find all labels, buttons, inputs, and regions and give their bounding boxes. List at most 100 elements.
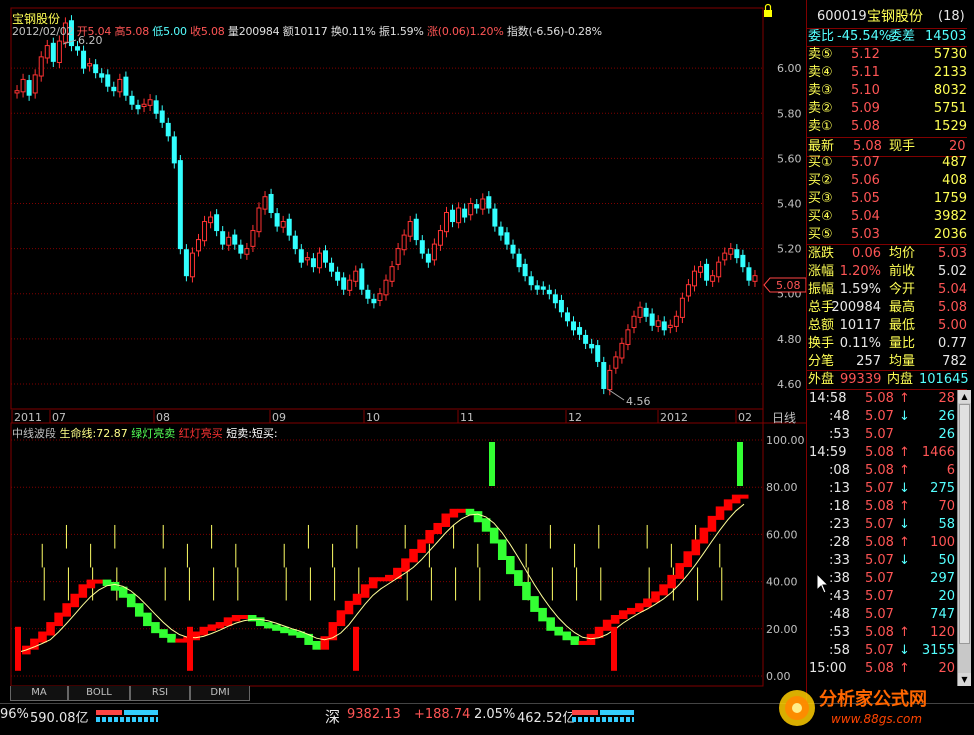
buy-signal-bar bbox=[15, 626, 21, 671]
tick-row[interactable]: :53 5.07 26 bbox=[807, 426, 955, 444]
indicator-step bbox=[522, 581, 531, 601]
tick-row[interactable]: :08 5.08 ↑ 6 bbox=[807, 462, 955, 480]
candle-body bbox=[371, 298, 377, 304]
tick-time: :23 bbox=[829, 517, 850, 532]
tab-boll[interactable]: BOLL bbox=[68, 686, 130, 701]
candle-body bbox=[232, 234, 238, 245]
tick-time: :58 bbox=[829, 643, 850, 658]
main-y-axis: 6.005.805.605.405.205.004.804.60 bbox=[777, 62, 802, 391]
tick-row[interactable]: 14:58 5.08 ↑ 28 bbox=[807, 390, 955, 408]
tick-price: 5.07 bbox=[865, 517, 894, 532]
indicator-step bbox=[255, 617, 265, 627]
indicator-step bbox=[336, 610, 346, 627]
tick-row[interactable]: :48 5.07 747 bbox=[807, 606, 955, 624]
candle-body bbox=[443, 212, 449, 233]
bid-volume: 487 bbox=[942, 155, 967, 170]
tab-dmi[interactable]: DMI bbox=[190, 686, 250, 701]
candle-body bbox=[450, 209, 456, 223]
stat-label: 前收 bbox=[889, 264, 916, 279]
candle-body bbox=[50, 42, 56, 62]
tick-row[interactable]: :28 5.08 ↑ 100 bbox=[807, 534, 955, 552]
tab-rsi[interactable]: RSI bbox=[130, 686, 190, 701]
date-tick-label: 2012 bbox=[660, 411, 688, 424]
bid-row[interactable]: 买④ 5.04 3982 bbox=[807, 208, 967, 226]
tick-row[interactable]: :33 5.07 ↓ 50 bbox=[807, 552, 955, 570]
bid-row[interactable]: 买① 5.07 487 bbox=[807, 154, 967, 172]
ohlc-info-bar: 2012/02/02 开5.04 高5.08 低5.00 收5.08 量2009… bbox=[12, 23, 602, 39]
green-signal-label: 绿灯亮卖 bbox=[131, 427, 176, 440]
tick-scrollbar[interactable]: ▲ ▼ bbox=[957, 390, 971, 686]
indicator-step bbox=[449, 508, 459, 518]
indicator-step bbox=[231, 615, 241, 622]
tick-time: :28 bbox=[829, 535, 850, 550]
candle-body bbox=[292, 235, 298, 250]
tick-row[interactable]: :18 5.08 ↑ 70 bbox=[807, 498, 955, 516]
candle-body bbox=[691, 270, 697, 287]
tick-price: 5.08 bbox=[865, 625, 894, 640]
svg-text:5.08: 5.08 bbox=[776, 279, 801, 292]
period-label[interactable]: 日线 bbox=[772, 411, 796, 425]
stat-value: 5.04 bbox=[938, 282, 967, 297]
indicator-header: 中线波段 生命线:72.87 绿灯亮卖 红灯亮买 短卖:短买: bbox=[12, 425, 278, 441]
current-price-tag: 5.08 bbox=[763, 277, 807, 293]
tick-row[interactable]: 15:00 5.08 ↑ 20 bbox=[807, 660, 955, 678]
scroll-up-arrow[interactable]: ▲ bbox=[958, 390, 971, 403]
tick-price: 5.08 bbox=[865, 391, 894, 406]
stat-row: 涨幅 1.20% 前收 5.02 bbox=[807, 263, 967, 281]
arrow-up-icon: ↑ bbox=[899, 463, 910, 478]
candle-body bbox=[474, 204, 480, 209]
arrow-down-icon: ↓ bbox=[899, 409, 910, 424]
indicator-name[interactable]: 中线波段 bbox=[12, 427, 56, 440]
stat-label: 今开 bbox=[889, 282, 916, 297]
ask-row[interactable]: 卖② 5.09 5751 bbox=[807, 100, 967, 118]
tick-row[interactable]: :13 5.07 ↓ 275 bbox=[807, 480, 955, 498]
tick-volume: 50 bbox=[938, 553, 955, 568]
tick-volume: 58 bbox=[938, 517, 955, 532]
stock-code: 600019 bbox=[817, 9, 867, 24]
tick-row[interactable]: 14:59 5.08 ↑ 1466 bbox=[807, 444, 955, 462]
indicator-step bbox=[578, 640, 588, 645]
candle-body bbox=[32, 74, 38, 94]
ask-row[interactable]: 卖③ 5.10 8032 bbox=[807, 82, 967, 100]
bid-row[interactable]: 买② 5.06 408 bbox=[807, 172, 967, 190]
left-breadth-bar bbox=[96, 710, 158, 722]
neipan-value: 101645 bbox=[919, 372, 969, 387]
candle-body bbox=[492, 208, 498, 227]
bid-volume: 408 bbox=[942, 173, 967, 188]
indicator-step bbox=[489, 527, 499, 544]
lock-icon[interactable] bbox=[764, 3, 772, 18]
bid-row[interactable]: 买⑤ 5.03 2036 bbox=[807, 226, 967, 244]
tick-price: 5.07 bbox=[865, 481, 894, 496]
chart-area[interactable]: 6.00 5.80 5.60 5.40 5.20 5.00 4.80 4.60 2011 07 0… bbox=[0, 0, 807, 703]
indicator-step bbox=[134, 603, 144, 617]
indicator-gridlines bbox=[11, 439, 763, 677]
tick-time: :08 bbox=[829, 463, 850, 478]
stat-label: 最高 bbox=[889, 300, 916, 315]
bid-row[interactable]: 买③ 5.05 1759 bbox=[807, 190, 967, 208]
indicator-step bbox=[506, 556, 515, 575]
tick-row[interactable]: :23 5.07 ↓ 58 bbox=[807, 516, 955, 534]
ask-row[interactable]: 卖① 5.08 1529 bbox=[807, 118, 967, 136]
candle-body bbox=[728, 248, 734, 255]
info-amount: 额10117 bbox=[282, 25, 328, 38]
main-y-tick-label: 6.00 bbox=[777, 62, 802, 75]
tab-ma[interactable]: MA bbox=[10, 686, 68, 701]
tick-row[interactable]: :48 5.07 ↓ 26 bbox=[807, 408, 955, 426]
ask-row[interactable]: 卖④ 5.11 2133 bbox=[807, 64, 967, 82]
scroll-thumb[interactable] bbox=[959, 404, 970, 644]
candle-body bbox=[153, 100, 159, 114]
info-date: 2012/02/02 bbox=[12, 25, 74, 38]
short-label: 短卖:短买: bbox=[226, 427, 278, 440]
candle-body bbox=[655, 320, 661, 327]
tick-row[interactable]: :53 5.08 ↑ 120 bbox=[807, 624, 955, 642]
candle-body bbox=[20, 78, 26, 93]
tick-price: 5.08 bbox=[865, 535, 894, 550]
indicator-step bbox=[110, 581, 120, 591]
chart-canvas[interactable]: 6.005.805.605.405.205.004.804.60 2011 07 0… bbox=[0, 0, 807, 703]
tick-row[interactable]: :58 5.07 ↓ 3155 bbox=[807, 642, 955, 660]
indicator-step bbox=[683, 551, 693, 568]
ask-row[interactable]: 卖⑤ 5.12 5730 bbox=[807, 46, 967, 64]
stat-label: 振幅 bbox=[808, 282, 835, 297]
buy-signal-bar bbox=[353, 626, 359, 671]
indicator-step bbox=[167, 633, 176, 643]
